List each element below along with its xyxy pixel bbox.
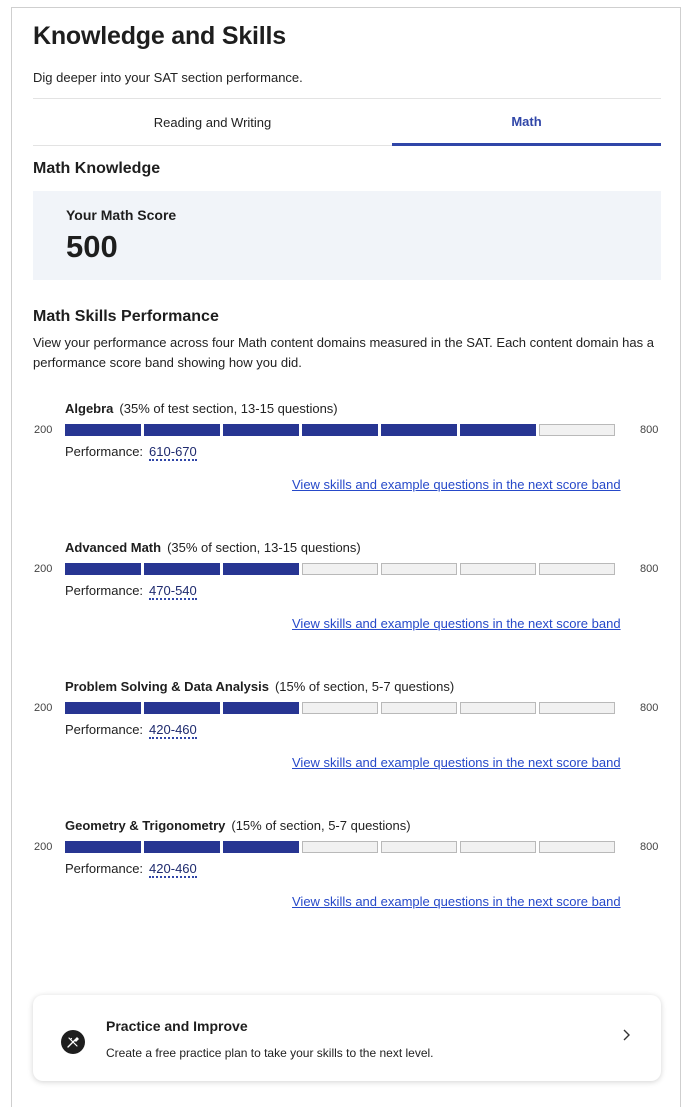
axis-min-label: 200 <box>34 424 53 436</box>
bar-segment-filled <box>144 841 220 853</box>
score-band-bar <box>65 424 615 436</box>
performance-range[interactable]: 420-460 <box>149 722 197 739</box>
bar-segment-filled <box>65 563 141 575</box>
skills-performance-heading: Math Skills Performance <box>33 308 219 325</box>
skill-domain: Advanced Math (35% of section, 13-15 ques… <box>12 540 682 650</box>
pencil-ruler-icon <box>61 1030 85 1054</box>
bar-segment-empty <box>539 702 615 714</box>
performance-row: Performance: 470-540 <box>65 583 197 600</box>
domain-name: Algebra <box>65 401 114 416</box>
bar-segment-empty <box>539 424 615 436</box>
practice-title: Practice and Improve <box>106 1018 248 1034</box>
bar-segment-empty <box>302 702 378 714</box>
bar-segment-empty <box>460 841 536 853</box>
domain-name: Problem Solving & Data Analysis <box>65 679 269 694</box>
bar-segment-empty <box>381 702 457 714</box>
practice-description: Create a free practice plan to take your… <box>106 1046 434 1060</box>
view-skills-link[interactable]: View skills and example questions in the… <box>292 477 621 492</box>
bar-segment-empty <box>381 841 457 853</box>
skills-description: View your performance across four Math c… <box>33 335 654 370</box>
bar-segment-filled <box>144 702 220 714</box>
domain-title: Geometry & Trigonometry (15% of section, … <box>65 818 411 833</box>
view-skills-link[interactable]: View skills and example questions in the… <box>292 616 621 631</box>
performance-label: Performance: <box>65 861 144 876</box>
domain-meta: (35% of section, 13-15 questions) <box>167 540 361 555</box>
performance-label: Performance: <box>65 444 144 459</box>
axis-max-label: 800 <box>640 702 659 714</box>
performance-row: Performance: 610-670 <box>65 444 197 461</box>
bar-segment-empty <box>302 563 378 575</box>
practice-improve-card[interactable]: Practice and Improve Create a free pract… <box>33 995 661 1081</box>
view-skills-link[interactable]: View skills and example questions in the… <box>292 894 621 909</box>
page-title: Knowledge and Skills <box>33 22 286 50</box>
tab-math[interactable]: Math <box>392 99 661 146</box>
score-band-bar <box>65 841 615 853</box>
bar-segment-empty <box>302 841 378 853</box>
math-knowledge-heading: Math Knowledge <box>33 160 161 177</box>
bar-segment-empty <box>539 563 615 575</box>
bar-segment-filled <box>223 424 299 436</box>
axis-min-label: 200 <box>34 563 53 575</box>
bar-segment-filled <box>223 841 299 853</box>
bar-segment-empty <box>460 563 536 575</box>
performance-range[interactable]: 610-670 <box>149 444 197 461</box>
skill-domain: Algebra (35% of test section, 13-15 quest… <box>12 401 682 511</box>
performance-range[interactable]: 420-460 <box>149 861 197 878</box>
domain-meta: (15% of section, 5-7 questions) <box>274 679 455 694</box>
knowledge-skills-card: Knowledge and Skills Dig deeper into you… <box>11 7 681 1107</box>
skill-domain: Problem Solving & Data Analysis (15% of s… <box>12 679 682 789</box>
chevron-right-icon <box>621 1028 631 1046</box>
bar-segment-empty <box>460 702 536 714</box>
score-label: Your Math Score <box>66 207 177 223</box>
axis-max-label: 800 <box>640 563 659 575</box>
domain-name: Geometry & Trigonometry <box>65 818 226 833</box>
domain-meta: (15% of section, 5-7 questions) <box>231 818 411 833</box>
math-score-box: Your Math Score 500 <box>33 191 661 280</box>
section-tabs: Reading and Writing Math <box>33 98 661 146</box>
axis-max-label: 800 <box>640 841 659 853</box>
performance-row: Performance: 420-460 <box>65 722 197 739</box>
domain-title: Advanced Math (35% of section, 13-15 ques… <box>65 540 361 555</box>
bar-segment-filled <box>302 424 378 436</box>
domain-title: Problem Solving & Data Analysis (15% of s… <box>65 679 454 694</box>
domain-name: Advanced Math <box>65 540 162 555</box>
bar-segment-filled <box>65 702 141 714</box>
bar-segment-filled <box>460 424 536 436</box>
bar-segment-filled <box>65 841 141 853</box>
bar-segment-filled <box>144 424 220 436</box>
skill-domain: Geometry & Trigonometry (15% of section, … <box>12 818 682 928</box>
bar-segment-filled <box>223 702 299 714</box>
bar-segment-filled <box>65 424 141 436</box>
tab-reading-and-writing[interactable]: Reading and Writing <box>78 99 347 145</box>
performance-label: Performance: <box>65 583 144 598</box>
performance-range[interactable]: 470-540 <box>149 583 197 600</box>
bar-segment-empty <box>539 841 615 853</box>
bar-segment-filled <box>144 563 220 575</box>
score-band-bar <box>65 702 615 714</box>
bar-segment-filled <box>223 563 299 575</box>
performance-row: Performance: 420-460 <box>65 861 197 878</box>
axis-min-label: 200 <box>34 841 53 853</box>
score-band-bar <box>65 563 615 575</box>
performance-label: Performance: <box>65 722 144 737</box>
bar-segment-empty <box>381 563 457 575</box>
view-skills-link[interactable]: View skills and example questions in the… <box>292 755 621 770</box>
math-score-value: 500 <box>66 229 118 264</box>
page-subtitle: Dig deeper into your SAT section perform… <box>33 70 303 85</box>
domain-title: Algebra (35% of test section, 13-15 quest… <box>65 401 338 416</box>
domain-meta: (35% of test section, 13-15 questions) <box>119 401 338 416</box>
axis-max-label: 800 <box>640 424 659 436</box>
bar-segment-filled <box>381 424 457 436</box>
axis-min-label: 200 <box>34 702 53 714</box>
